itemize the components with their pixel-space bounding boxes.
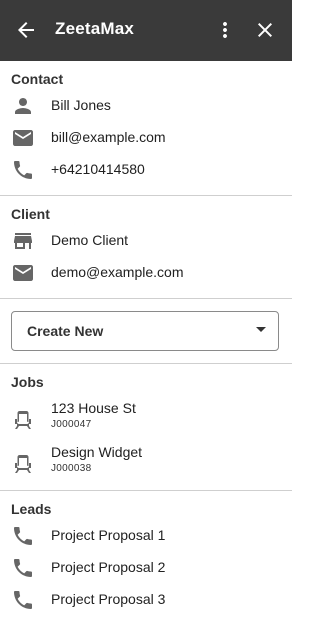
- contact-phone: +64210414580: [51, 161, 145, 177]
- back-arrow-icon[interactable]: [14, 18, 38, 42]
- close-icon[interactable]: [253, 18, 277, 42]
- create-new-select[interactable]: Create New: [11, 311, 279, 351]
- store-icon: [11, 229, 35, 253]
- phone-icon: [11, 588, 35, 612]
- contact-heading: Contact: [11, 71, 64, 87]
- contact-phone-row[interactable]: +64210414580: [0, 154, 292, 186]
- chair-icon: [11, 453, 35, 477]
- client-email-row[interactable]: demo@example.com: [0, 257, 292, 289]
- dropdown-caret-icon: [256, 327, 266, 332]
- email-icon: [11, 126, 35, 150]
- client-heading: Client: [11, 206, 50, 222]
- email-icon: [11, 261, 35, 285]
- job-item[interactable]: Design Widget J000038: [0, 443, 292, 487]
- phone-icon: [11, 556, 35, 580]
- divider: [0, 298, 292, 299]
- client-email: demo@example.com: [51, 264, 184, 280]
- job-item[interactable]: 123 House St J000047: [0, 399, 292, 443]
- client-name-row[interactable]: Demo Client: [0, 225, 292, 257]
- lead-item[interactable]: Project Proposal 3: [0, 584, 292, 616]
- lead-title: Project Proposal 2: [51, 559, 166, 575]
- chair-icon: [11, 409, 35, 433]
- app-title: ZeetaMax: [55, 19, 135, 38]
- person-icon: [11, 94, 35, 118]
- phone-icon: [11, 524, 35, 548]
- more-vert-icon[interactable]: [213, 18, 237, 42]
- job-code: J000047: [51, 419, 92, 430]
- job-code: J000038: [51, 463, 92, 474]
- job-title: Design Widget: [51, 444, 143, 460]
- contact-email-row[interactable]: bill@example.com: [0, 122, 292, 154]
- lead-title: Project Proposal 3: [51, 591, 166, 607]
- client-name: Demo Client: [51, 232, 129, 248]
- contact-name-row[interactable]: Bill Jones: [0, 90, 292, 122]
- leads-heading: Leads: [11, 501, 52, 517]
- jobs-heading: Jobs: [11, 374, 44, 390]
- job-title: 123 House St: [51, 400, 136, 416]
- divider: [0, 195, 292, 196]
- contact-name: Bill Jones: [51, 97, 111, 113]
- lead-title: Project Proposal 1: [51, 527, 166, 543]
- divider: [0, 490, 292, 491]
- contact-email: bill@example.com: [51, 129, 166, 145]
- lead-item[interactable]: Project Proposal 2: [0, 552, 292, 584]
- app-bar: ZeetaMax: [0, 0, 292, 61]
- lead-item[interactable]: Project Proposal 1: [0, 520, 292, 552]
- phone-icon: [11, 158, 35, 182]
- create-new-value: Create New: [27, 323, 104, 339]
- divider: [0, 363, 292, 364]
